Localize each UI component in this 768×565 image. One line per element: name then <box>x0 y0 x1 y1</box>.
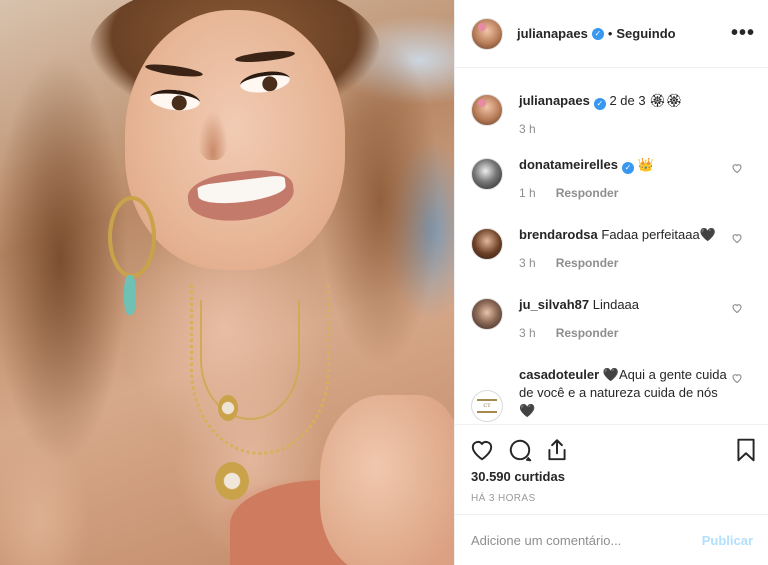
comment-username[interactable]: brendarodsa <box>519 227 598 242</box>
comment-username[interactable]: donatameirelles <box>519 157 618 172</box>
more-options-icon[interactable]: ••• <box>731 22 755 45</box>
comment-text: Lindaaa <box>592 297 640 312</box>
share-icon[interactable] <box>544 437 570 463</box>
photo-earring <box>108 196 156 278</box>
brand-logo-icon: CT <box>477 399 497 413</box>
photo-necklace-chain <box>200 300 300 420</box>
reply-button[interactable]: Responder <box>556 254 619 272</box>
like-comment-heart-icon[interactable] <box>731 232 743 244</box>
post-photo[interactable] <box>0 0 454 565</box>
comment-bubble-icon[interactable] <box>507 437 533 463</box>
post-side-panel: julianapaes ✓ • Seguindo ••• julianapaes… <box>454 0 768 565</box>
post-actions: 30.590 curtidas HÁ 3 HORAS <box>455 424 768 514</box>
caption-avatar[interactable] <box>471 94 503 126</box>
comment-row: CT casadoteuler 🖤Aqui a gente cuida de v… <box>471 366 761 422</box>
like-comment-heart-icon[interactable] <box>731 162 743 174</box>
comment-avatar[interactable] <box>471 298 503 330</box>
caption-text: 2 de 3 🏵🏵 <box>609 93 683 108</box>
add-comment-bar: Publicar <box>455 514 768 565</box>
post-time[interactable]: HÁ 3 HORAS <box>471 493 536 504</box>
comment-input[interactable] <box>471 532 702 548</box>
photo-small-medal <box>218 395 238 421</box>
reply-button[interactable]: Responder <box>556 184 619 202</box>
likes-count[interactable]: 30.590 curtidas <box>471 469 565 484</box>
like-comment-heart-icon[interactable] <box>731 372 743 384</box>
caption-time[interactable]: 3 h <box>519 120 536 138</box>
author-avatar[interactable] <box>471 17 503 50</box>
comment-username[interactable]: ju_silvah87 <box>519 297 589 312</box>
comment-row: donatameirelles ✓ 👑 1 h Responder <box>471 156 761 202</box>
caption-row: julianapaes ✓ 2 de 3 🏵🏵 3 h <box>471 92 761 138</box>
photo-medal <box>215 462 249 500</box>
comment-time[interactable]: 3 h <box>519 254 536 272</box>
post-header: julianapaes ✓ • Seguindo ••• <box>455 0 768 68</box>
verified-badge-icon: ✓ <box>593 98 606 110</box>
comment-username[interactable]: casadoteuler <box>519 367 599 382</box>
like-heart-icon[interactable] <box>469 437 495 463</box>
publish-button[interactable]: Publicar <box>702 533 753 548</box>
comment-text: Fadaa perfeitaaa🖤 <box>601 227 716 242</box>
comment-avatar[interactable] <box>471 158 503 190</box>
reply-button[interactable]: Responder <box>556 324 619 342</box>
photo-earring-pendant <box>124 275 136 315</box>
header-separator: • <box>607 26 613 41</box>
comment-time[interactable]: 1 h <box>519 184 536 202</box>
comment-avatar[interactable] <box>471 228 503 260</box>
comment-time[interactable]: 3 h <box>519 324 536 342</box>
caption-username[interactable]: julianapaes <box>519 93 590 108</box>
comment-avatar[interactable]: CT <box>471 390 503 422</box>
author-info: julianapaes ✓ • Seguindo <box>517 26 676 41</box>
comment-row: brendarodsa Fadaa perfeitaaa🖤 3 h Respon… <box>471 226 761 272</box>
like-comment-heart-icon[interactable] <box>731 302 743 314</box>
comment-text: 👑 <box>637 157 654 172</box>
verified-badge-icon: ✓ <box>591 27 604 40</box>
save-bookmark-icon[interactable] <box>733 437 759 463</box>
photo-hand <box>320 395 454 565</box>
comment-row: ju_silvah87 Lindaaa 3 h Responder <box>471 296 761 342</box>
verified-badge-icon: ✓ <box>622 162 634 174</box>
comments-list[interactable]: julianapaes ✓ 2 de 3 🏵🏵 3 h donatameirell… <box>455 68 768 424</box>
following-button[interactable]: Seguindo <box>616 26 675 41</box>
photo-face <box>125 10 345 270</box>
photo-nose <box>198 110 228 160</box>
author-username[interactable]: julianapaes <box>517 26 588 41</box>
